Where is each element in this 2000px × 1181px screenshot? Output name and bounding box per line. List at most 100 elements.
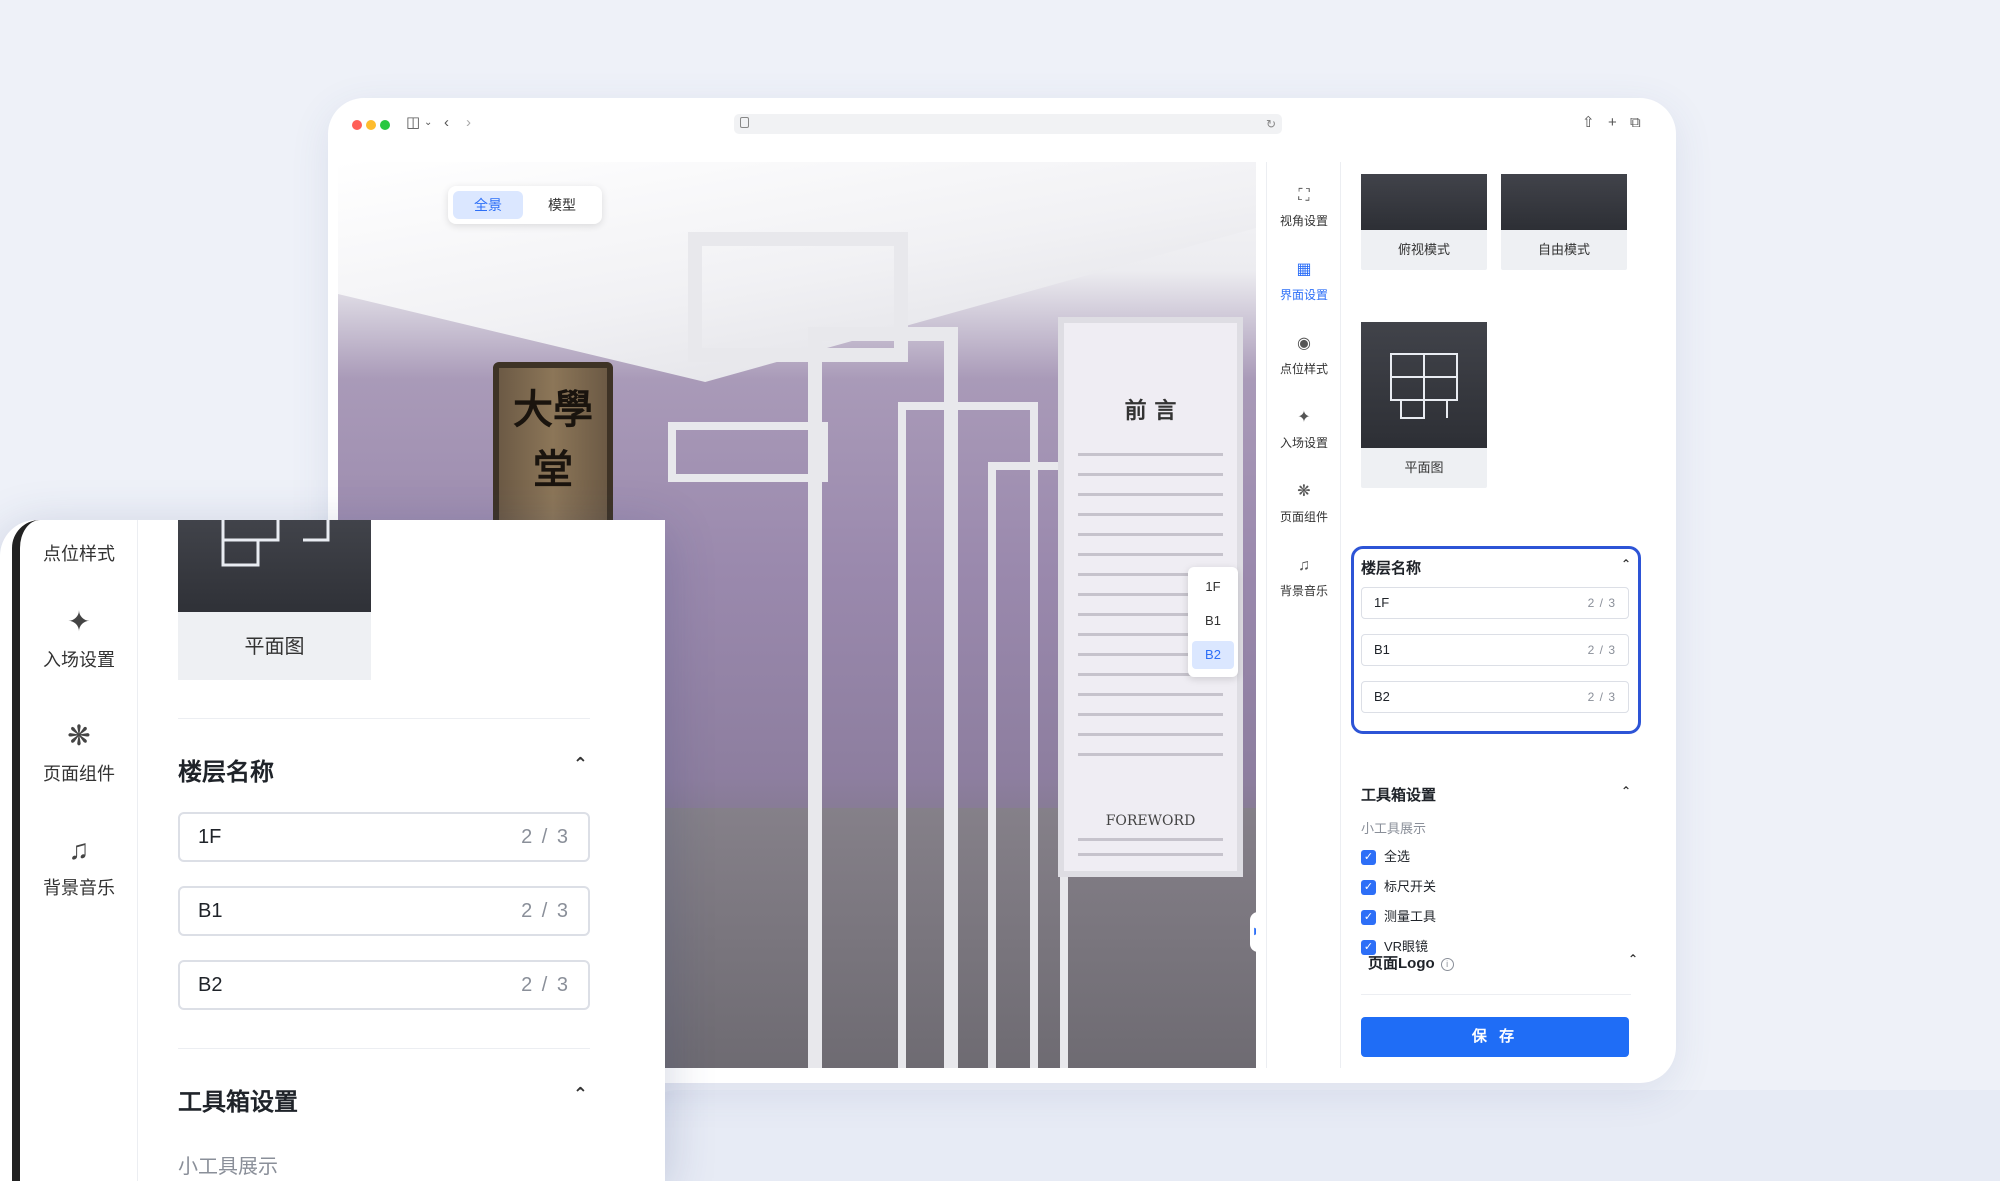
nav-label: 背景音乐 [43, 878, 115, 898]
chevron-up-icon[interactable]: ⌃ [1621, 784, 1631, 798]
mode-card-floorplan[interactable]: 平面图 [1361, 322, 1487, 488]
chevron-up-icon[interactable]: ⌃ [573, 754, 588, 775]
zoom-nav-entrance[interactable]: ✦ 入场设置 [20, 606, 138, 672]
toolbox-header[interactable]: 工具箱设置 ⌃ [1361, 784, 1631, 805]
zoom-nav-background-music[interactable]: ♫ 背景音乐 [20, 834, 138, 900]
mode-thumbnail [1501, 174, 1627, 230]
nav-page-components[interactable]: ❋ 页面组件 [1267, 482, 1341, 525]
nav-point-style[interactable]: ◉ 点位样式 [1267, 334, 1341, 377]
section-title: 工具箱设置 [178, 1089, 298, 1116]
toolbox-subtitle: 小工具展示 [1361, 821, 1427, 836]
chevron-up-icon[interactable]: ⌃ [1621, 557, 1631, 571]
floor-name-input-1f[interactable]: 1F 2 / 3 [1361, 587, 1629, 619]
mode-card-topdown[interactable]: 俯视模式 [1361, 174, 1487, 270]
section-title: 工具箱设置 [1361, 787, 1437, 804]
zoom-floor-name-input-1f[interactable]: 1F 2 / 3 [178, 812, 590, 862]
view-option-panorama[interactable]: 全景 [453, 191, 523, 219]
zoom-floorplan-card[interactable]: 平面图 [178, 520, 371, 680]
board-text-line [1078, 838, 1223, 841]
char-counter: 2 / 3 [521, 826, 570, 848]
zoom-nav-page-components[interactable]: ❋ 页面组件 [20, 720, 138, 786]
nav-background-music[interactable]: ♫ 背景音乐 [1267, 556, 1341, 599]
board-text-line [1078, 473, 1223, 476]
nav-label: 页面组件 [43, 764, 115, 784]
lock-icon [740, 117, 749, 128]
zoom-nav-point-style[interactable]: 点位样式 [20, 532, 138, 566]
section-title: 楼层名称 [1361, 560, 1422, 577]
board-text-line [1078, 553, 1223, 556]
forward-icon[interactable]: › [466, 112, 471, 134]
nav-label: 入场设置 [43, 650, 115, 670]
floor-option-b1[interactable]: B1 [1192, 607, 1234, 635]
char-counter: 2 / 3 [521, 900, 570, 922]
checkbox-select-all[interactable]: ✓ 全选 [1361, 849, 1410, 866]
music-note-icon: ♫ [68, 834, 90, 865]
check-icon: ✓ [1361, 910, 1376, 926]
view-mode-toggle: 全景 模型 [448, 186, 602, 224]
sparkle-icon: ✦ [1297, 409, 1311, 426]
checkbox-measure[interactable]: ✓ 测量工具 [1361, 909, 1436, 926]
floorplan-icon [1390, 353, 1458, 419]
floor-option-b2[interactable]: B2 [1192, 641, 1234, 669]
floorplan-icon [221, 520, 330, 567]
char-counter: 2 / 3 [1587, 596, 1616, 610]
check-icon: ✓ [1361, 850, 1376, 866]
zoom-toolbox-header[interactable]: 工具箱设置 ⌃ [178, 1082, 588, 1117]
board-title: 前 言 [1124, 398, 1177, 424]
floor-name-value: B2 [198, 974, 223, 996]
checkbox-ruler[interactable]: ✓ 标尺开关 [1361, 879, 1437, 896]
section-divider [178, 1048, 590, 1049]
chevron-up-icon[interactable]: ⌃ [1628, 952, 1638, 966]
board-text-line [1078, 493, 1223, 496]
mode-caption: 平面图 [244, 636, 305, 658]
expand-panel-handle[interactable]: ▶ [1250, 912, 1256, 952]
floor-name-input-b1[interactable]: B1 2 / 3 [1361, 634, 1629, 666]
floor-name-input-b2[interactable]: B2 2 / 3 [1361, 681, 1629, 713]
board-text-line [1078, 513, 1223, 516]
board-text-line [1078, 693, 1223, 696]
zoom-floor-name-input-b1[interactable]: B1 2 / 3 [178, 886, 590, 936]
maximize-window-dot[interactable] [380, 120, 390, 130]
board-text-line [1078, 853, 1223, 856]
save-button[interactable]: 保 存 [1361, 1017, 1629, 1057]
sidebar-icon[interactable]: ◫ [406, 112, 420, 134]
reload-icon[interactable]: ↻ [1266, 114, 1276, 134]
mode-card-free[interactable]: 自由模式 [1501, 174, 1627, 270]
nav-viewpoint[interactable]: ⛶ 视角设置 [1267, 186, 1341, 229]
section-divider [178, 718, 590, 719]
chevron-up-icon[interactable]: ⌃ [573, 1084, 588, 1105]
nav-label: 背景音乐 [1279, 584, 1328, 598]
browser-toolbar: ◫ ⌄ ‹ › ↻ ⇧ + ⧉ [328, 98, 1676, 152]
board-subtitle: FOREWORD [1105, 813, 1196, 829]
puzzle-icon: ❋ [1297, 483, 1311, 500]
zoom-floor-name-input-b2[interactable]: B2 2 / 3 [178, 960, 590, 1010]
back-icon[interactable]: ‹ [444, 112, 449, 134]
board-text-line [1078, 753, 1223, 756]
board-text-line [1078, 733, 1223, 736]
mode-caption: 自由模式 [1537, 242, 1590, 257]
tabs-icon[interactable]: ⧉ [1630, 112, 1641, 134]
chevron-down-icon[interactable]: ⌄ [424, 112, 432, 134]
page-logo-header[interactable]: 页面Logo i ⌃ [1368, 952, 1638, 973]
nav-interface[interactable]: ▦ 界面设置 [1267, 260, 1341, 303]
nav-label: 界面设置 [1279, 288, 1328, 302]
checkbox-label: 标尺开关 [1384, 879, 1437, 894]
view-option-model[interactable]: 模型 [527, 191, 597, 219]
floorplan-thumbnail [178, 520, 371, 612]
settings-panel: 俯视模式 自由模式 平面图 楼层名称 ⌃ 1F 2 / 3 B1 2 / 3 B… [1341, 162, 1651, 1068]
address-bar[interactable]: ↻ [734, 114, 1282, 134]
nav-entrance[interactable]: ✦ 入场设置 [1267, 408, 1341, 451]
floor-option-1f[interactable]: 1F [1192, 573, 1234, 601]
interface-icon: ▦ [1296, 261, 1312, 278]
floor-names-header[interactable]: 楼层名称 ⌃ [1361, 557, 1631, 578]
floor-name-value: B1 [1374, 642, 1390, 657]
share-icon[interactable]: ⇧ [1582, 112, 1595, 134]
char-counter: 2 / 3 [521, 974, 570, 996]
minimize-window-dot[interactable] [366, 120, 376, 130]
plus-icon[interactable]: + [1608, 112, 1617, 134]
board-text-line [1078, 453, 1223, 456]
zoom-settings-nav: 点位样式 ✦ 入场设置 ❋ 页面组件 ♫ 背景音乐 [20, 520, 138, 1181]
info-icon[interactable]: i [1440, 958, 1454, 971]
close-window-dot[interactable] [352, 120, 362, 130]
zoom-floor-names-header[interactable]: 楼层名称 ⌃ [178, 752, 588, 787]
